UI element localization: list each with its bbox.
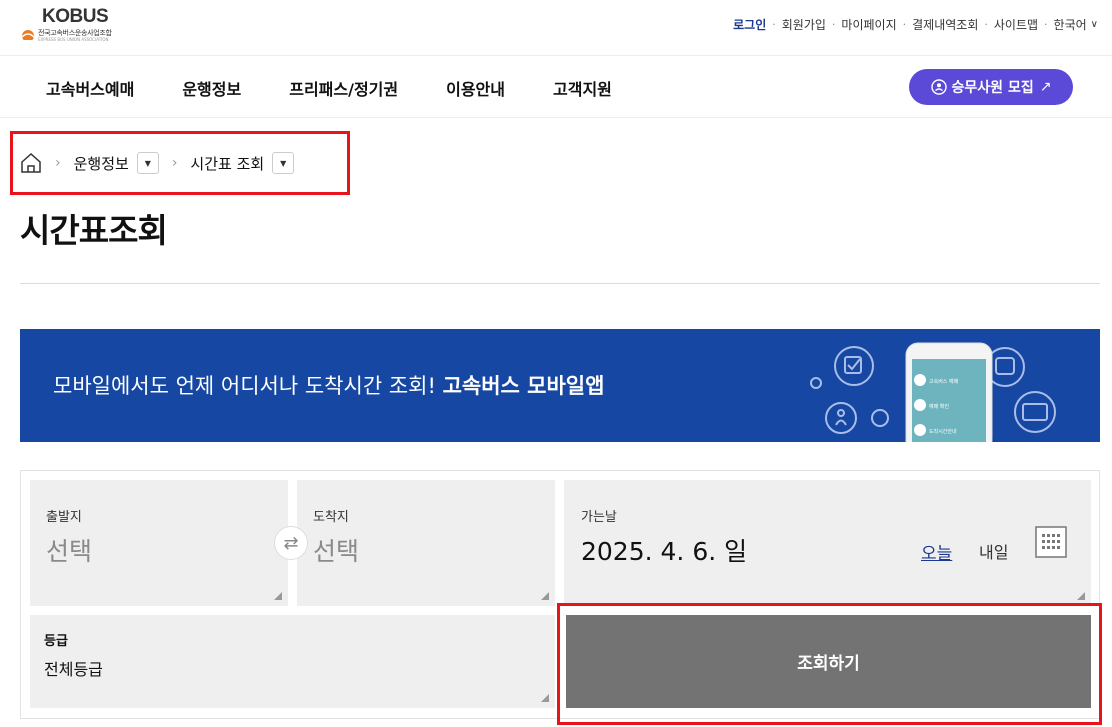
breadcrumb-level2[interactable]: 시간표 조회 — [190, 153, 264, 174]
recruit-label: 승무사원 모집 — [951, 80, 1034, 96]
tomorrow-button[interactable]: 내일 — [979, 539, 1008, 563]
arrival-field[interactable]: 도착지 선택 — [297, 480, 555, 606]
user-circle-icon — [930, 79, 947, 95]
today-button[interactable]: 오늘 — [921, 539, 952, 564]
banner-message: 모바일에서도 언제 어디서나 도착시간 조회! — [53, 374, 436, 398]
separator: · — [1044, 18, 1048, 31]
arrival-value: 선택 — [313, 537, 360, 566]
main-nav: 고속버스예매 운행정보 프리패스/정기권 이용안내 고객지원 — [46, 76, 660, 100]
departure-field[interactable]: 출발지 선택 — [30, 480, 288, 606]
separator: · — [984, 18, 988, 31]
chevron-right-icon: › — [171, 155, 178, 171]
divider — [20, 283, 1100, 284]
separator: · — [831, 18, 836, 31]
divider — [0, 117, 1112, 118]
grade-field[interactable]: 등급 전체등급 — [30, 615, 555, 708]
logo-subtitle-en: EXPRESS BUS UNION ASSOCIATION — [38, 37, 109, 42]
date-label: 가는날 — [581, 510, 617, 525]
language-select[interactable]: 한국어 — [1054, 16, 1087, 33]
phone-menu-item: 예매 확인 — [929, 403, 949, 410]
swap-arrows-icon: ⇄ — [283, 532, 299, 554]
phone-menu-item: 도착시간안내 — [929, 428, 957, 435]
swap-locations-button[interactable]: ⇄ — [274, 526, 308, 560]
logo-mark-icon — [21, 30, 35, 40]
nav-service-info[interactable]: 운행정보 — [182, 76, 241, 100]
breadcrumb-level1-dropdown[interactable]: ▼ — [136, 152, 159, 174]
date-value[interactable]: 2025. 4. 6. 일 — [581, 532, 747, 568]
chevron-down-icon: ∨ — [1090, 19, 1098, 30]
payment-history-link[interactable]: 결제내역조회 — [912, 16, 978, 33]
phone-illustration: 고속버스 예매 예매 확인 도착시간안내 — [810, 342, 1056, 442]
home-icon[interactable] — [20, 152, 42, 174]
arrival-label: 도착지 — [313, 510, 349, 525]
logo-text: KOBUS — [42, 6, 109, 27]
nav-ticket-booking[interactable]: 고속버스예매 — [46, 76, 134, 100]
grade-value: 전체등급 — [44, 660, 103, 679]
signup-link[interactable]: 회원가입 — [782, 16, 826, 33]
recruit-button[interactable]: 승무사원 모집 ↗ — [909, 69, 1073, 105]
mypage-link[interactable]: 마이페이지 — [841, 16, 896, 33]
departure-label: 출발지 — [46, 510, 82, 525]
breadcrumb: › 운행정보 ▼ › 시간표 조회 ▼ — [20, 152, 295, 174]
search-button-highlight — [557, 603, 1102, 725]
nav-customer-support[interactable]: 고객지원 — [553, 76, 612, 100]
breadcrumb-level2-dropdown[interactable]: ▼ — [272, 152, 295, 174]
phone-menu-item: 고속버스 예매 — [929, 378, 959, 385]
corner-mark-icon — [274, 592, 282, 600]
page-title: 시간표조회 — [20, 211, 168, 250]
departure-value: 선택 — [46, 537, 93, 566]
banner-text: 모바일에서도 언제 어디서나 도착시간 조회! 고속버스 모바일앱 — [53, 370, 604, 400]
mobile-app-banner[interactable]: 모바일에서도 언제 어디서나 도착시간 조회! 고속버스 모바일앱 고속버스 예… — [20, 329, 1100, 442]
calendar-icon[interactable] — [1035, 526, 1067, 558]
corner-mark-icon — [1077, 592, 1085, 600]
kobus-logo[interactable]: KOBUS 전국고속버스운송사업조합 EXPRESS BUS UNION ASS… — [20, 6, 130, 46]
separator: · — [772, 18, 776, 31]
divider — [0, 55, 1112, 56]
sitemap-link[interactable]: 사이트맵 — [994, 16, 1038, 33]
utility-nav: 로그인 · 회원가입 · 마이페이지 · 결제내역조회 · 사이트맵 · 한국어… — [733, 16, 1098, 33]
separator: · — [902, 18, 907, 31]
corner-mark-icon — [541, 694, 549, 702]
grade-label: 등급 — [44, 634, 68, 649]
breadcrumb-level1[interactable]: 운행정보 — [74, 153, 129, 174]
departure-date-field: 가는날 2025. 4. 6. 일 오늘 내일 — [564, 480, 1091, 606]
nav-usage-guide[interactable]: 이용안내 — [446, 76, 505, 100]
banner-highlight: 고속버스 모바일앱 — [442, 374, 605, 398]
external-arrow-icon: ↗ — [1039, 79, 1052, 95]
chevron-right-icon: › — [55, 155, 61, 171]
nav-freepass[interactable]: 프리패스/정기권 — [289, 76, 398, 100]
corner-mark-icon — [541, 592, 549, 600]
login-link[interactable]: 로그인 — [733, 16, 766, 33]
